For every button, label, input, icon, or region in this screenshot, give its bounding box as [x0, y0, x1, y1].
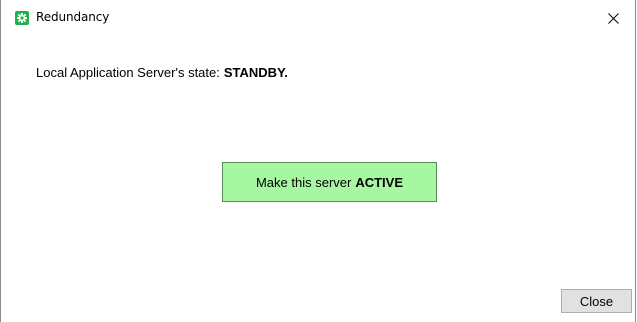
- close-icon[interactable]: [591, 0, 635, 36]
- redundancy-dialog: Redundancy Local Application Server's st…: [0, 0, 636, 322]
- window-title: Redundancy: [36, 10, 110, 24]
- make-active-button[interactable]: Make this server ACTIVE: [222, 162, 437, 202]
- make-active-button-label: Make this server: [255, 174, 352, 190]
- server-state-label: Local Application Server's state:: [36, 65, 220, 80]
- server-state-value: STANDBY.: [223, 65, 288, 80]
- title-bar: Redundancy: [1, 0, 635, 36]
- close-button[interactable]: Close: [561, 289, 632, 313]
- make-active-button-emphasis: ACTIVE: [355, 174, 404, 190]
- app-icon: [15, 11, 29, 25]
- server-state-line: Local Application Server's state: STANDBY…: [36, 65, 288, 80]
